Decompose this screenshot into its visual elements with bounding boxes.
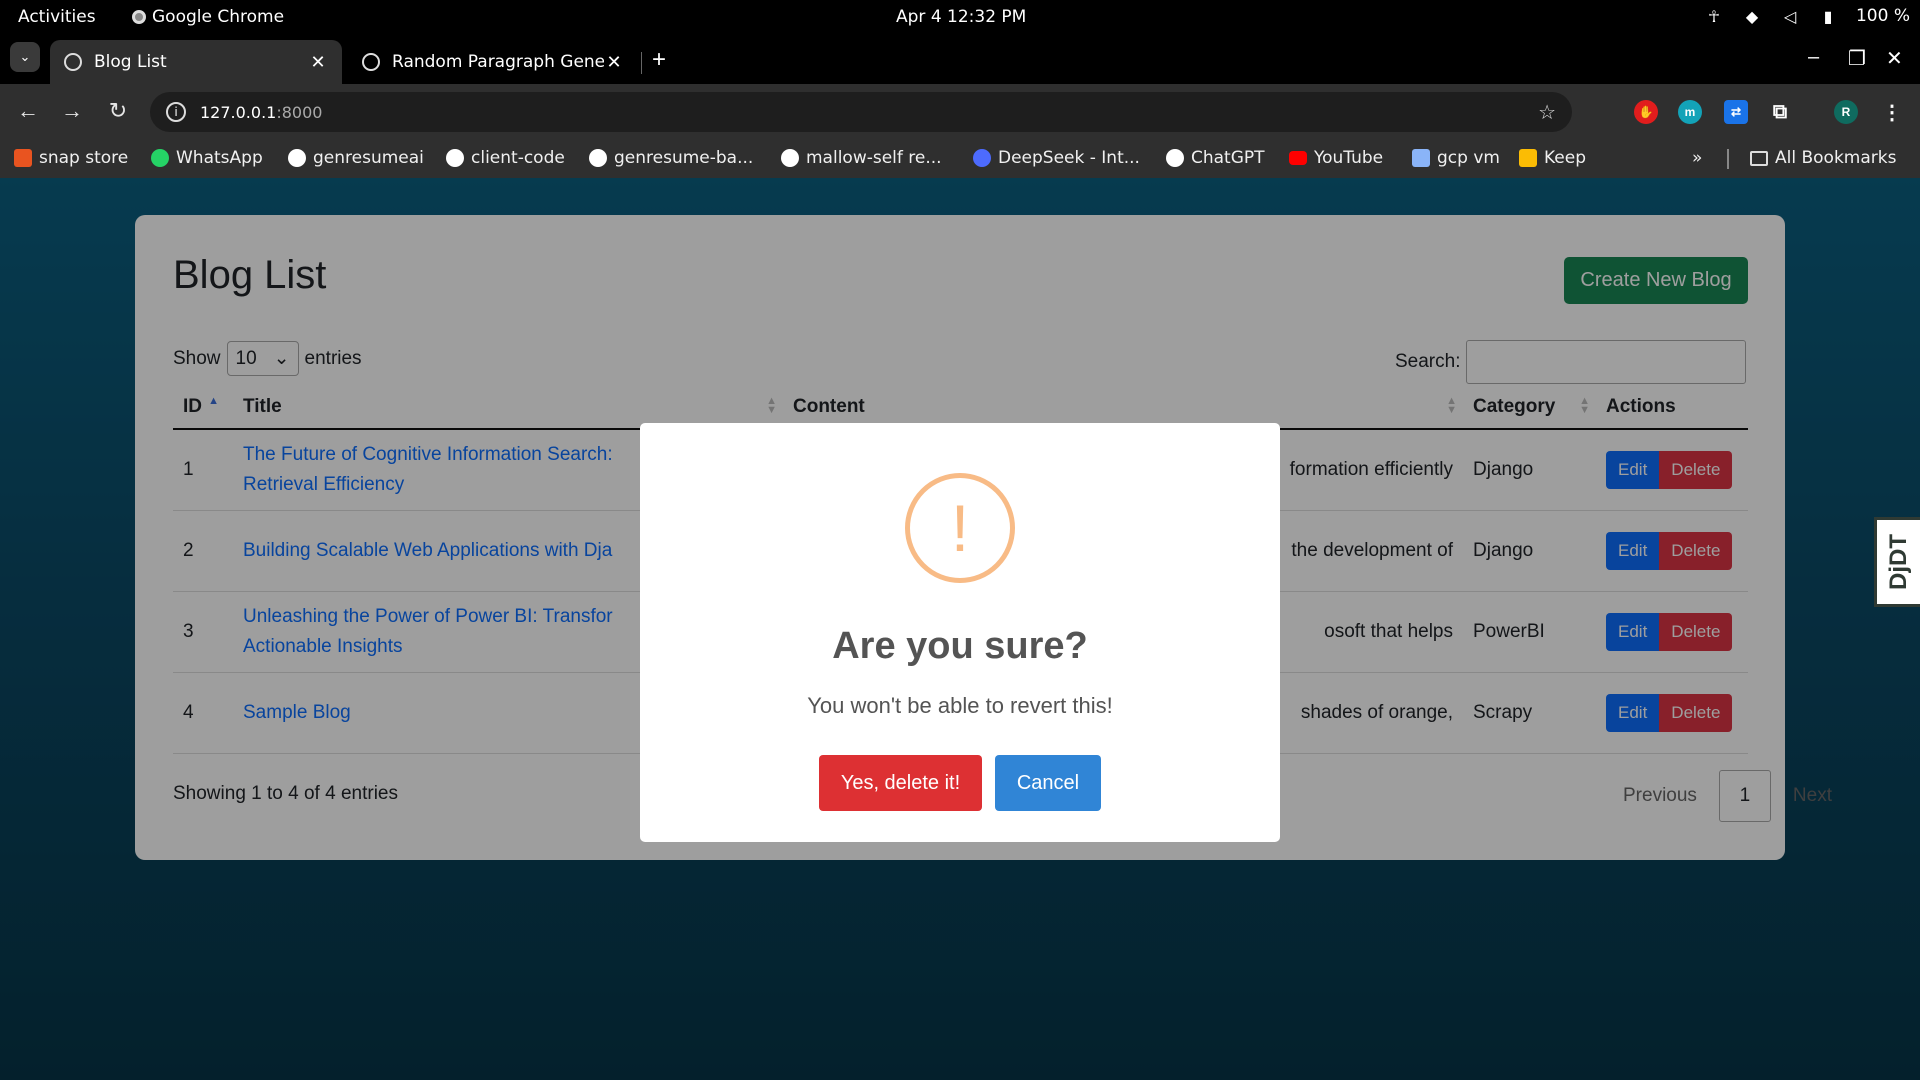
folder-icon bbox=[1750, 150, 1768, 166]
wifi-icon[interactable]: ◆ bbox=[1742, 7, 1762, 26]
tab-separator bbox=[641, 52, 642, 74]
restore-icon[interactable]: ❐ bbox=[1848, 46, 1866, 71]
deepseek-icon bbox=[973, 149, 991, 167]
extension-m-icon[interactable]: m bbox=[1678, 100, 1702, 124]
tab-close-icon[interactable]: ✕ bbox=[308, 52, 328, 73]
github-icon bbox=[589, 149, 607, 167]
tab-random-paragraph[interactable]: Random Paragraph Gene ✕ bbox=[348, 40, 638, 84]
bookmark-keep[interactable]: Keep bbox=[1519, 148, 1586, 168]
minimize-icon[interactable]: – bbox=[1808, 46, 1819, 69]
bookmark-chatgpt[interactable]: ChatGPT bbox=[1166, 148, 1265, 168]
tab-search-button[interactable]: ⌄ bbox=[10, 42, 40, 72]
bookmark-genresume-ba[interactable]: genresume-ba... bbox=[589, 148, 753, 168]
bookmark-genresumeai[interactable]: genresumeai bbox=[288, 148, 424, 168]
chrome-menu-icon[interactable]: ⋮ bbox=[1880, 100, 1904, 124]
globe-icon bbox=[64, 53, 82, 71]
bookmark-mallow-self[interactable]: mallow-self re... bbox=[781, 148, 942, 168]
back-icon[interactable]: ← bbox=[14, 98, 42, 124]
dialog-title: Are you sure? bbox=[832, 625, 1088, 667]
system-top-bar: Activities Google Chrome Apr 4 12:32 PM … bbox=[0, 0, 1920, 34]
accessibility-icon[interactable]: ☥ bbox=[1704, 7, 1724, 26]
browser-toolbar: ← → ↻ i 127.0.0.1 :8000 ☆ ✋ m ⇄ ⧉ R ⋮ bbox=[0, 84, 1920, 140]
bookmark-gcp-vm[interactable]: gcp vm bbox=[1412, 148, 1500, 168]
bookmark-whatsapp[interactable]: WhatsApp bbox=[151, 148, 263, 168]
site-info-icon[interactable]: i bbox=[166, 102, 186, 122]
url-host: 127.0.0.1 bbox=[200, 102, 277, 122]
tab-blog-list[interactable]: Blog List ✕ bbox=[50, 40, 342, 84]
confirm-delete-button[interactable]: Yes, delete it! bbox=[819, 755, 982, 811]
github-icon bbox=[446, 149, 464, 167]
openai-icon bbox=[1166, 149, 1184, 167]
battery-percentage: 100 % bbox=[1855, 6, 1910, 26]
app-menu[interactable]: Google Chrome bbox=[132, 7, 284, 27]
new-tab-button[interactable]: + bbox=[652, 46, 666, 74]
whatsapp-icon bbox=[151, 149, 169, 167]
extensions-puzzle-icon[interactable]: ⧉ bbox=[1768, 100, 1792, 124]
clock[interactable]: Apr 4 12:32 PM bbox=[896, 7, 1026, 27]
keep-icon bbox=[1519, 149, 1537, 167]
extension-translate-icon[interactable]: ⇄ bbox=[1724, 100, 1748, 124]
cancel-button[interactable]: Cancel bbox=[995, 755, 1101, 811]
forward-icon[interactable]: → bbox=[58, 98, 86, 124]
bookmark-client-code[interactable]: client-code bbox=[446, 148, 565, 168]
bookmark-snap-store[interactable]: snap store bbox=[14, 148, 128, 168]
profile-avatar[interactable]: R bbox=[1834, 100, 1858, 124]
chip-icon bbox=[1412, 149, 1430, 167]
bookmark-star-icon[interactable]: ☆ bbox=[1538, 100, 1556, 124]
battery-icon[interactable]: ▮ bbox=[1818, 7, 1838, 26]
bookmarks-overflow-icon[interactable]: » bbox=[1692, 148, 1702, 168]
all-bookmarks-button[interactable]: All Bookmarks bbox=[1750, 148, 1896, 168]
bookmark-deepseek[interactable]: DeepSeek - Int... bbox=[973, 148, 1140, 168]
tab-title: Blog List bbox=[94, 52, 167, 72]
system-tray[interactable]: ☥ ◆ ◁ ▮ 100 % bbox=[1704, 6, 1910, 26]
reload-icon[interactable]: ↻ bbox=[104, 98, 132, 124]
close-window-icon[interactable]: ✕ bbox=[1886, 46, 1903, 71]
tab-close-icon[interactable]: ✕ bbox=[604, 52, 624, 73]
app-name: Google Chrome bbox=[152, 7, 285, 27]
url-port: :8000 bbox=[276, 102, 323, 122]
address-bar[interactable]: i 127.0.0.1 :8000 ☆ bbox=[150, 92, 1572, 132]
volume-muted-icon[interactable]: ◁ bbox=[1780, 7, 1800, 26]
chrome-icon bbox=[132, 10, 146, 24]
bookmarks-divider bbox=[1727, 149, 1729, 169]
github-icon bbox=[781, 149, 799, 167]
tab-strip: ⌄ Blog List ✕ Random Paragraph Gene ✕ + … bbox=[0, 34, 1920, 84]
warning-icon: ! bbox=[905, 473, 1015, 583]
snap-store-icon bbox=[14, 149, 32, 167]
openai-icon bbox=[362, 53, 380, 71]
youtube-icon bbox=[1289, 151, 1307, 165]
django-debug-toolbar-handle[interactable]: DjDT bbox=[1874, 517, 1920, 607]
extension-red-icon[interactable]: ✋ bbox=[1634, 100, 1658, 124]
tab-title: Random Paragraph Gene bbox=[392, 52, 604, 72]
github-icon bbox=[288, 149, 306, 167]
bookmarks-bar: snap store WhatsApp genresumeai client-c… bbox=[0, 140, 1920, 178]
confirm-delete-dialog: ! Are you sure? You won't be able to rev… bbox=[640, 423, 1280, 842]
dialog-message: You won't be able to revert this! bbox=[807, 693, 1113, 718]
activities-button[interactable]: Activities bbox=[18, 7, 96, 27]
bookmark-youtube[interactable]: YouTube bbox=[1289, 148, 1383, 168]
